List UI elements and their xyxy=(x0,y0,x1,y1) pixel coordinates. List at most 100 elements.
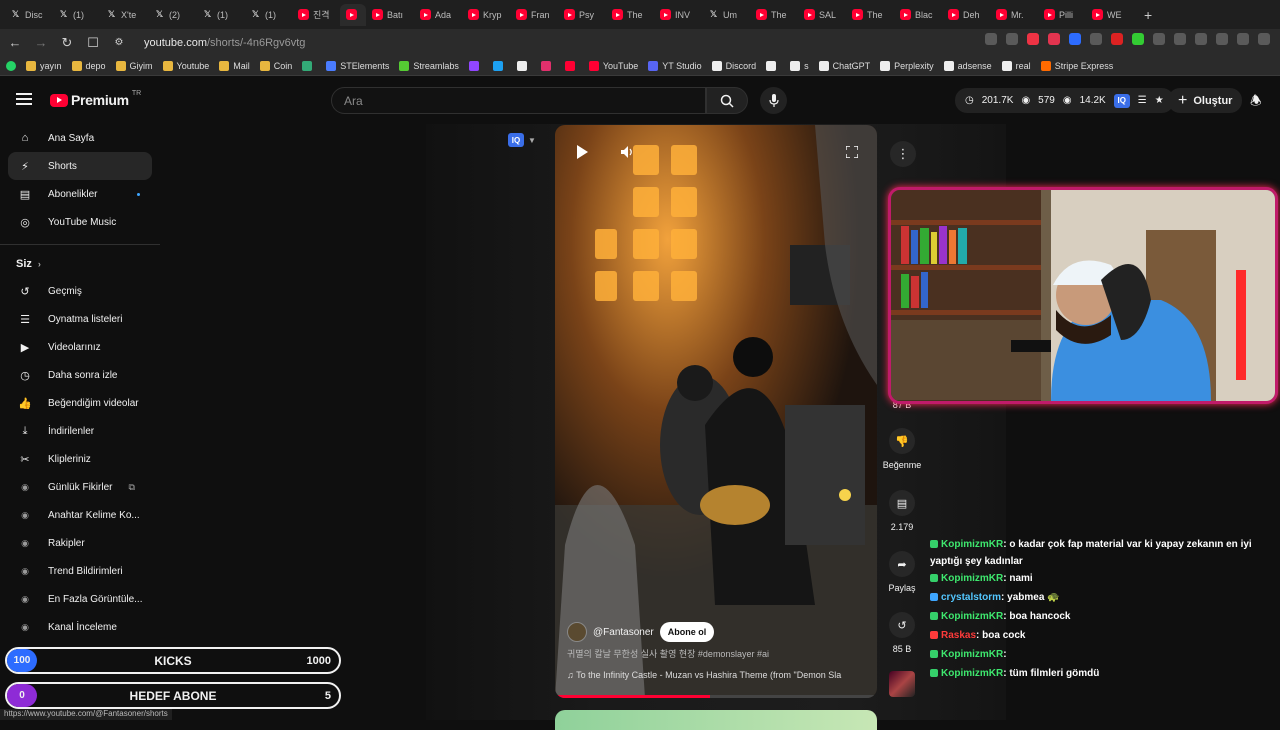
dislike-button[interactable]: 👎 xyxy=(889,428,915,454)
extension-icon[interactable] xyxy=(1048,33,1060,45)
browser-tab[interactable]: Blac xyxy=(894,4,942,26)
notifications-bell-icon[interactable]: 🕭 xyxy=(1250,92,1262,114)
sidebar-item[interactable]: ◉ Trend Bildirimleri xyxy=(0,557,160,585)
sidebar-item[interactable]: ☰ Oynatma listeleri xyxy=(0,305,160,333)
create-button[interactable]: + Oluştur xyxy=(1168,88,1243,113)
browser-tab[interactable]: 𝕏 (1) xyxy=(244,4,292,26)
shorts-video-player[interactable]: @Fantasoner Abone ol 귀멸의 칼날 무한성 실사 촬영 현장… xyxy=(555,125,877,698)
reload-icon[interactable]: ↻ xyxy=(56,32,78,54)
back-icon[interactable]: ← xyxy=(4,32,26,54)
bookmark-item[interactable]: ChatGPT xyxy=(818,60,870,71)
sidebar-item[interactable]: ⤓ İndirilenler xyxy=(0,417,160,445)
browser-tab[interactable]: 𝕏 Disc xyxy=(4,4,52,26)
browser-tab[interactable]: Ada xyxy=(414,4,462,26)
bookmark-item[interactable]: real xyxy=(1001,60,1031,71)
bookmark-item[interactable] xyxy=(492,60,507,71)
iq-extension-badge[interactable]: IQ ▼ xyxy=(508,133,536,147)
browser-tab[interactable]: INV xyxy=(654,4,702,26)
browser-tab[interactable]: 𝕏 (1) xyxy=(196,4,244,26)
browser-tab[interactable]: 𝕏 Um xyxy=(702,4,750,26)
extension-icon[interactable] xyxy=(1111,33,1123,45)
forward-icon[interactable]: → xyxy=(30,32,52,54)
sidebar-item[interactable]: ◉ Günlük Fikirler ⧉ xyxy=(0,473,160,501)
sidebar-item[interactable]: ◉ En Fazla Görüntüle... xyxy=(0,585,160,613)
sidebar-item[interactable]: 👍 Beğendiğim videolar xyxy=(0,389,160,417)
browser-tab[interactable]: Fran xyxy=(510,4,558,26)
browser-tab[interactable]: 𝕏 (1) xyxy=(52,4,100,26)
browser-tab[interactable]: SAL xyxy=(798,4,846,26)
whatsapp-bookmark[interactable] xyxy=(6,60,16,71)
browser-tab[interactable]: The xyxy=(606,4,654,26)
bookmark-item[interactable]: STElements xyxy=(326,60,389,71)
more-options-button[interactable]: ⋮ xyxy=(890,141,916,167)
search-button[interactable] xyxy=(706,87,748,114)
menu-icon[interactable] xyxy=(16,93,32,105)
extension-icon[interactable] xyxy=(1069,33,1081,45)
bookmark-item[interactable]: Stripe Express xyxy=(1040,60,1113,71)
bookmark-item[interactable] xyxy=(564,60,579,71)
site-info-icon[interactable]: ⚙ xyxy=(108,32,130,54)
bookmark-item[interactable] xyxy=(302,60,316,71)
bookmark-item[interactable]: adsense xyxy=(943,60,992,71)
extension-icon[interactable] xyxy=(1090,33,1102,45)
sound-thumbnail[interactable] xyxy=(889,671,915,697)
extension-icon[interactable] xyxy=(1258,33,1270,45)
browser-tab[interactable]: Deh xyxy=(942,4,990,26)
bookmark-item[interactable]: yayın xyxy=(26,60,62,71)
bookmark-item[interactable] xyxy=(766,60,780,71)
search-input[interactable]: Ara xyxy=(331,87,706,114)
browser-tab[interactable]: 진격 xyxy=(292,4,340,26)
sidebar-item[interactable]: ◉ Rakipler xyxy=(0,529,160,557)
mute-button[interactable] xyxy=(614,139,640,165)
bookmark-item[interactable] xyxy=(468,60,483,71)
sidebar-item[interactable]: ◉ Anahtar Kelime Ko... xyxy=(0,501,160,529)
extension-icon[interactable] xyxy=(1174,33,1186,45)
sidebar-item[interactable]: ⌂ Ana Sayfa xyxy=(0,124,160,152)
sidebar-item[interactable]: ◎ YouTube Music xyxy=(0,208,160,236)
channel-stats-widget[interactable]: ◷ 201.7K ◉ 579 ◉ 14.2K IQ ☰ ★ xyxy=(955,88,1174,113)
iq-icon[interactable]: IQ xyxy=(1113,93,1130,108)
video-progress-bar[interactable] xyxy=(555,695,877,698)
next-short-preview[interactable] xyxy=(555,710,877,730)
browser-tab[interactable]: Psy xyxy=(558,4,606,26)
play-button[interactable] xyxy=(569,139,595,165)
extension-icon[interactable] xyxy=(1237,33,1249,45)
browser-tab[interactable]: The xyxy=(846,4,894,26)
bookmark-item[interactable]: Streamlabs xyxy=(399,60,459,71)
bookmark-item[interactable] xyxy=(516,60,531,71)
bookmark-item[interactable]: Discord xyxy=(711,60,756,71)
subscribe-button[interactable]: Abone ol xyxy=(659,622,715,642)
bookmark-item[interactable]: Youtube xyxy=(162,60,209,71)
trophy-icon[interactable]: ★ xyxy=(1155,95,1164,106)
new-tab-icon[interactable]: + xyxy=(1144,7,1152,23)
extension-icon[interactable] xyxy=(1006,33,1018,45)
extension-icon[interactable] xyxy=(1153,33,1165,45)
bookmark-item[interactable]: Mail xyxy=(219,60,250,71)
browser-tab[interactable]: Mr. xyxy=(990,4,1038,26)
extension-icon[interactable] xyxy=(985,33,997,45)
sidebar-item[interactable]: ⚡ Shorts xyxy=(8,152,152,180)
bookmark-item[interactable]: depo xyxy=(71,60,106,71)
sidebar-item[interactable]: ◉ Kanal İnceleme xyxy=(0,613,160,641)
remix-button[interactable]: ↺ xyxy=(889,612,915,638)
browser-tab[interactable]: Kryp xyxy=(462,4,510,26)
channel-avatar[interactable] xyxy=(567,622,587,642)
bookmark-item[interactable] xyxy=(540,60,555,71)
sidebar-item[interactable]: ✂ Klipleriniz xyxy=(0,445,160,473)
url-field[interactable]: youtube.com/shorts/-4n6Rgv6vtg xyxy=(144,37,305,49)
bookmark-item[interactable]: YT Studio xyxy=(648,60,702,71)
list-icon[interactable]: ☰ xyxy=(1138,95,1147,106)
bookmark-item[interactable]: Perplexity xyxy=(880,60,934,71)
bookmark-item[interactable]: Coin xyxy=(259,60,292,71)
browser-tab[interactable]: The xyxy=(750,4,798,26)
bookmark-icon[interactable]: ☐ xyxy=(82,32,104,54)
sidebar-item[interactable]: ▶ Videolarınız xyxy=(0,333,160,361)
browser-tab[interactable]: WE xyxy=(1086,4,1134,26)
sidebar-item[interactable]: ↺ Geçmiş xyxy=(0,277,160,305)
channel-handle[interactable]: @Fantasoner xyxy=(593,627,654,638)
sidebar-item[interactable]: ◷ Daha sonra izle xyxy=(0,361,160,389)
fullscreen-button[interactable] xyxy=(839,139,865,165)
extension-icon[interactable] xyxy=(1216,33,1228,45)
bookmark-item[interactable]: Giyim xyxy=(115,60,153,71)
share-button[interactable]: ➦ xyxy=(889,551,915,577)
